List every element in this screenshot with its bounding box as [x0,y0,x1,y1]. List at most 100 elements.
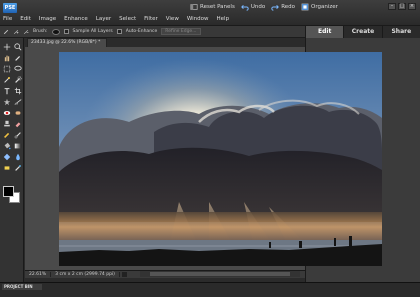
menu-bar: PSE File Edit Image Enhance Layer Select… [0,0,420,26]
cookie-cutter-tool[interactable] [2,97,12,107]
blur-icon [16,153,20,161]
hand-icon [4,55,10,62]
lasso-tool[interactable] [13,64,23,74]
redo-icon [271,5,280,11]
brush-tool[interactable] [13,130,23,140]
redo-button[interactable]: Redo [271,3,295,11]
zoom-icon [14,43,22,51]
red-eye-tool[interactable] [2,108,12,118]
maximize-icon[interactable]: □ [398,3,406,10]
menu-layer[interactable]: Layer [92,16,115,22]
type-icon [4,88,10,95]
tab-create[interactable]: Create [343,26,381,38]
tab-edit[interactable]: Edit [305,26,344,38]
zoom-level[interactable]: 22.61% [25,272,52,277]
document-tab[interactable]: 23433.jpg @ 22.6% (RGB/8*) * [27,38,107,47]
undo-icon [240,5,249,11]
auto-enhance-label: Auto-Enhance [125,29,158,34]
crop-tool[interactable] [13,86,23,96]
refine-edge-button[interactable]: Refine Edge... [161,28,201,35]
eraser-icon [15,122,21,128]
gradient-icon [14,143,22,149]
brush-tool-icon[interactable] [3,29,9,35]
clone-stamp-icon [4,120,10,127]
hand-tool[interactable] [2,53,12,63]
reset-panels-icon [190,4,198,10]
blur-tool[interactable] [13,152,23,162]
shape-icon [3,153,11,161]
undo-button[interactable]: Undo [240,3,266,11]
window-controls: – □ × [388,3,416,10]
horizontal-scrollbar[interactable] [140,271,300,277]
brush-icon [14,132,21,139]
close-icon[interactable]: × [408,3,416,10]
straighten-tool[interactable] [13,97,23,107]
foreground-color-swatch[interactable] [3,186,14,197]
magic-wand-icon [4,77,10,83]
pencil-tool[interactable] [2,130,12,140]
crop-icon [14,87,22,95]
move-icon [3,43,11,51]
project-bin: PROJECT BIN [0,282,420,297]
status-menu-icon[interactable] [121,272,127,277]
paint-bucket-icon [4,142,11,150]
gradient-tool[interactable] [13,141,23,151]
shape-tool[interactable] [2,152,12,162]
project-bin-header[interactable]: PROJECT BIN [2,284,42,290]
quick-selection-tool[interactable] [13,75,23,85]
menu-filter[interactable]: Filter [140,16,162,22]
menu-help[interactable]: Help [213,16,234,22]
lasso-icon [14,65,22,71]
menu-edit[interactable]: Edit [16,16,35,22]
eraser-tool[interactable] [13,119,23,129]
auto-enhance-checkbox[interactable] [116,29,122,34]
type-tool[interactable] [2,86,12,96]
quick-selection-icon [15,76,22,83]
eyedropper-tool[interactable] [13,53,23,63]
cookie-cutter-icon [3,98,11,106]
straighten-icon [14,99,22,105]
menu-image[interactable]: Image [35,16,60,22]
menu-enhance[interactable]: Enhance [60,16,92,22]
healing-brush-icon [15,111,21,115]
document-image[interactable] [59,52,382,266]
reset-panels-button[interactable]: Reset Panels [190,3,235,11]
tab-share[interactable]: Share [381,26,420,38]
marquee-icon [3,65,11,73]
scrollbar-thumb[interactable] [150,272,290,276]
paint-bucket-tool[interactable] [2,141,12,151]
sample-all-layers-checkbox[interactable] [63,29,69,34]
marquee-tool[interactable] [2,64,12,74]
organizer-button[interactable]: Organizer [301,3,338,11]
menu-select[interactable]: Select [115,16,140,22]
add-selection-icon[interactable] [13,29,19,35]
top-actions: Reset Panels Undo Redo Organizer [190,3,338,11]
menu-window[interactable]: Window [183,16,213,22]
undo-label: Undo [250,4,266,10]
organizer-label: Organizer [311,4,338,10]
sample-all-layers-label: Sample All Layers [72,29,113,34]
move-tool[interactable] [2,42,12,52]
brush-label: Brush: [33,29,48,34]
document-info: 3 cm x 2 cm (2999.74 ppi) [51,272,120,277]
app-logo: PSE [3,3,17,13]
spot-healing-tool[interactable] [13,108,23,118]
sunset-cloud-photo [59,52,382,266]
subtract-selection-icon[interactable] [23,29,29,35]
menu-file[interactable]: File [3,16,16,22]
brush-preview[interactable] [51,28,60,35]
smart-brush-tool[interactable] [13,163,23,173]
menu-view[interactable]: View [162,16,183,22]
mode-tabs: Edit Create Share [305,26,420,38]
minimize-icon[interactable]: – [388,3,396,10]
zoom-tool[interactable] [13,42,23,52]
color-swatches[interactable] [3,186,21,204]
pencil-icon [4,132,10,138]
sponge-tool[interactable] [2,163,12,173]
magic-wand-tool[interactable] [2,75,12,85]
eyedropper-icon [15,55,21,61]
main-menu: File Edit Image Enhance Layer Select Fil… [3,16,233,22]
organizer-icon [301,3,309,11]
red-eye-icon [3,111,11,115]
clone-stamp-tool[interactable] [2,119,12,129]
